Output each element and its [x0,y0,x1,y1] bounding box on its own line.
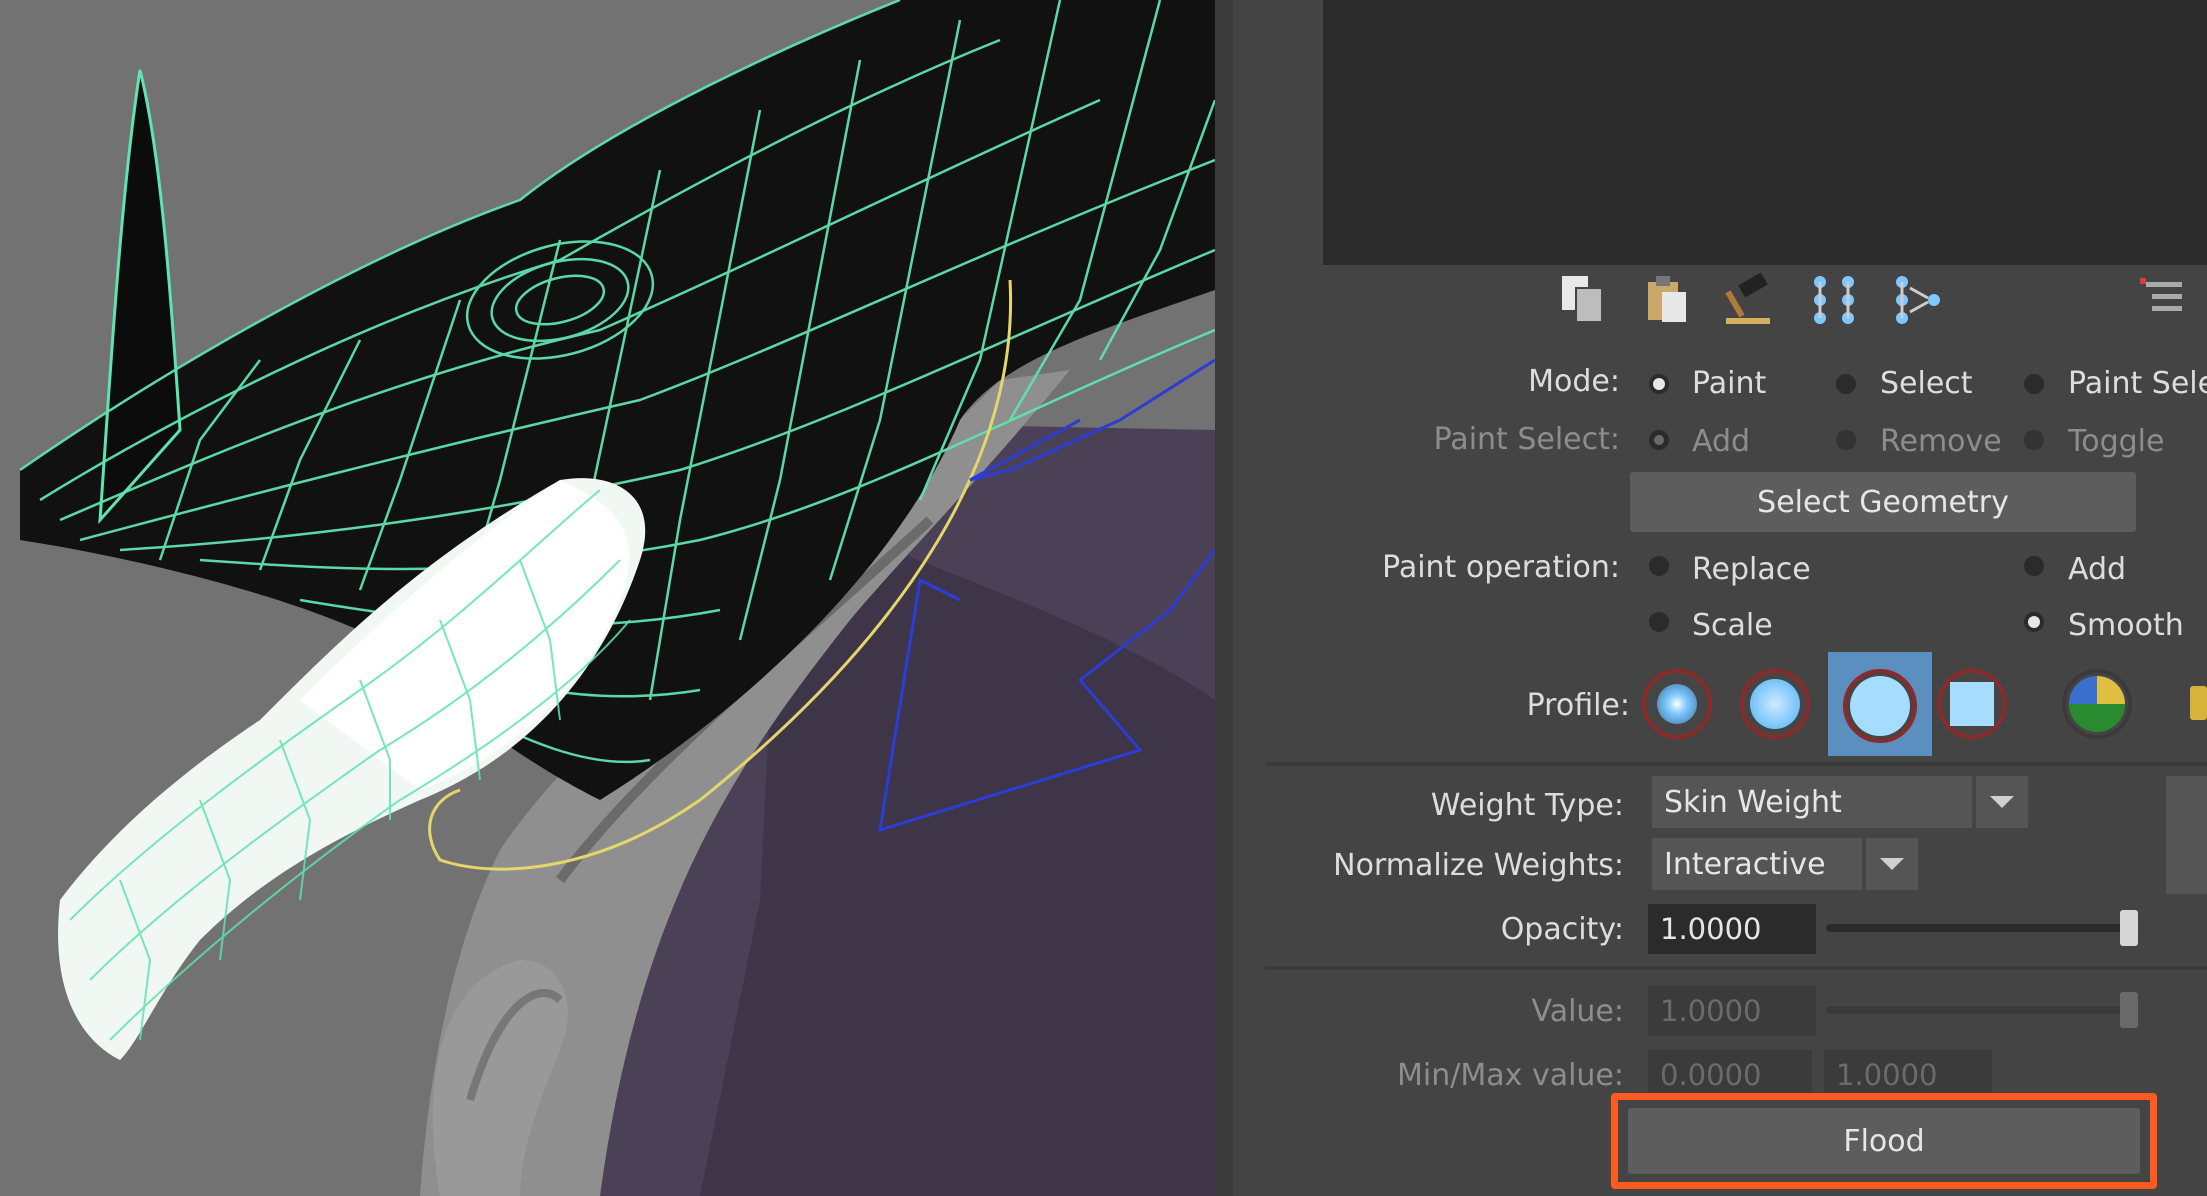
flood-button[interactable]: Flood [1628,1108,2140,1174]
value-field: 1.0000 [1648,986,1816,1036]
opacity-slider[interactable] [1826,924,2138,932]
chevron-down-icon[interactable] [1866,838,1918,890]
section-separator [1265,762,2207,766]
folder-icon[interactable] [2190,686,2207,720]
panel-divider[interactable] [1215,0,1233,1196]
panel-options-icon[interactable] [2136,272,2192,328]
mirror-weights-icon[interactable] [1806,272,1862,328]
normalize-weights-label: Normalize Weights: [1333,848,1624,883]
side-scroll-area[interactable] [2166,776,2207,894]
paint-operation-label: Paint operation: [1382,550,1620,585]
profile-texture-brush[interactable] [2062,669,2132,739]
paint-select-toggle-radio [2024,430,2044,450]
mode-paint-select-radio[interactable] [2024,374,2044,394]
mode-paint-radio[interactable] [1649,374,1669,394]
paint-select-add-radio [1649,430,1669,450]
op-replace-radio[interactable] [1649,556,1669,576]
opacity-slider-handle[interactable] [2120,910,2138,946]
mode-label: Mode: [1528,364,1620,399]
op-smooth-radio[interactable] [2024,612,2044,632]
mode-select-radio[interactable] [1836,374,1856,394]
mode-paint-option[interactable]: Paint [1692,366,1766,401]
profile-solid-brush[interactable] [1843,669,1917,743]
transfer-weights-icon[interactable] [1890,272,1946,328]
section-separator [1265,966,2207,970]
paint-select-remove-option: Remove [1880,424,2002,459]
op-scale-radio[interactable] [1649,612,1669,632]
op-add-option[interactable]: Add [2068,552,2126,587]
viewport-scene [19,0,1215,1196]
weight-type-label: Weight Type: [1430,788,1624,823]
op-replace-option[interactable]: Replace [1692,552,1811,587]
paint-select-add-option: Add [1692,424,1751,459]
mode-paint-select-option[interactable]: Paint Sele [2068,366,2207,401]
opacity-field[interactable]: 1.0000 [1648,904,1816,954]
value-label: Value: [1531,994,1625,1029]
opacity-label: Opacity: [1500,912,1624,947]
value-slider [1826,1006,2138,1014]
op-scale-option[interactable]: Scale [1692,608,1773,643]
select-geometry-button[interactable]: Select Geometry [1630,472,2136,532]
op-add-radio[interactable] [2024,556,2044,576]
3d-viewport[interactable] [0,0,1215,1196]
weight-hammer-icon[interactable] [1722,272,1778,328]
op-smooth-option[interactable]: Smooth [2068,608,2184,643]
paint-select-remove-radio [1836,430,1856,450]
min-max-label: Min/Max value: [1397,1058,1624,1093]
mode-select-option[interactable]: Select [1880,366,1973,401]
profile-soft-brush[interactable] [1740,669,1810,739]
value-slider-handle [2120,992,2138,1028]
weight-type-dropdown[interactable]: Skin Weight [1652,776,1972,828]
paint-select-toggle-option: Toggle [2068,424,2165,459]
swatch-preview-area [1323,0,2207,265]
profile-gaussian-brush[interactable] [1642,669,1712,739]
normalize-weights-dropdown[interactable]: Interactive [1652,838,1862,890]
copy-weights-icon[interactable] [1556,272,1612,328]
chevron-down-icon[interactable] [1976,776,2028,828]
paint-select-label: Paint Select: [1433,422,1620,457]
profile-label: Profile: [1526,688,1630,723]
profile-square-brush[interactable] [1937,669,2007,739]
paste-weights-icon[interactable] [1640,272,1696,328]
